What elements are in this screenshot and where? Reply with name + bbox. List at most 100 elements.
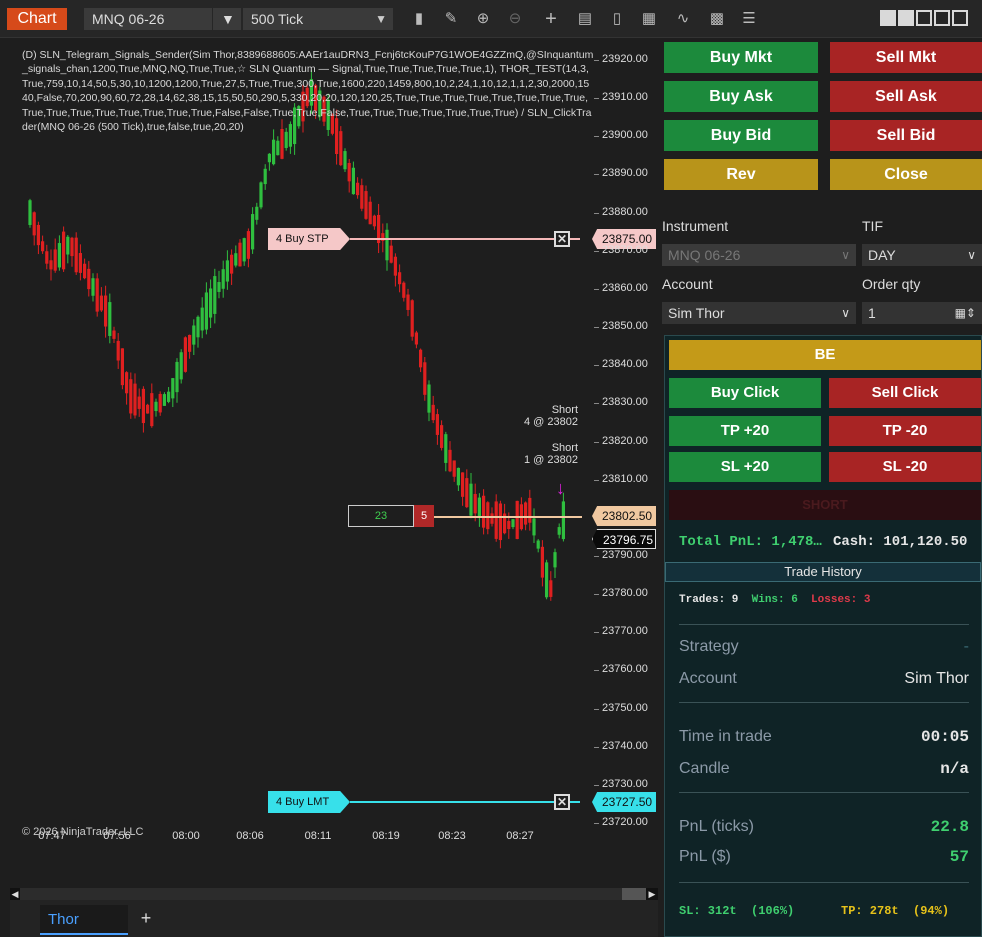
zoom-in-icon[interactable]: ⊕ xyxy=(472,8,494,30)
candle-label: Candle xyxy=(679,760,730,777)
tif-select[interactable]: DAY ∨ xyxy=(862,244,982,266)
breakeven-button[interactable]: BE xyxy=(669,340,981,370)
calculator-icon[interactable]: ▦⇕ xyxy=(955,302,976,324)
sell-bid-button[interactable]: Sell Bid xyxy=(830,120,982,151)
candle-body xyxy=(62,231,66,270)
losses-count: Losses: 3 xyxy=(811,594,871,606)
minimize-icon[interactable] xyxy=(916,10,932,26)
position-state-badge: SHORT xyxy=(669,490,981,520)
candle-body xyxy=(154,401,158,412)
order-qty-input[interactable]: 1 ▦⇕ xyxy=(862,302,982,324)
divider xyxy=(679,702,969,703)
candle-body xyxy=(141,388,145,424)
trades-count: Trades: 9 xyxy=(679,594,739,606)
divider xyxy=(679,792,969,793)
properties-icon[interactable]: ▩ xyxy=(706,8,728,30)
buy-ask-button[interactable]: Buy Ask xyxy=(664,81,818,112)
buy-limit-order-line[interactable] xyxy=(350,801,580,803)
instrument-field: MNQ 06-26 ∨ xyxy=(662,244,856,266)
buy-market-button[interactable]: Buy Mkt xyxy=(664,42,818,73)
data-box-icon[interactable]: ▤ xyxy=(574,8,596,30)
draw-tool-icon[interactable]: ✎ xyxy=(440,8,462,30)
total-pnl-text: Total PnL: 1,478… xyxy=(679,534,822,550)
price-tick xyxy=(594,327,599,329)
candle-body xyxy=(456,467,460,486)
object-list-icon[interactable]: ☰ xyxy=(738,8,760,30)
candle-body xyxy=(204,292,208,330)
cancel-order-icon[interactable]: ✕ xyxy=(554,794,570,810)
candle-body xyxy=(66,236,70,255)
candle-body xyxy=(188,334,192,352)
interval-selector[interactable]: 500 Tick ▼ xyxy=(243,8,393,30)
candle-body xyxy=(347,162,351,182)
zoom-out-icon[interactable]: ⊖ xyxy=(504,8,526,30)
candle-body xyxy=(99,295,103,311)
chart-scrollbar[interactable]: ◀ ▶ xyxy=(10,888,658,900)
sell-market-button[interactable]: Sell Mkt xyxy=(830,42,982,73)
strategies-icon[interactable]: ▦ xyxy=(638,8,660,30)
candle-body xyxy=(120,348,124,386)
buy-stop-order-line[interactable] xyxy=(350,238,580,240)
candle-body xyxy=(91,278,95,296)
candle-body xyxy=(339,131,343,166)
candle-body xyxy=(440,425,444,448)
price-label: 23790.00 xyxy=(602,548,648,561)
time-axis[interactable]: 07:47 07:56 08:00 08:06 08:11 08:19 08:23 08:27 xyxy=(10,820,582,860)
scroll-thumb[interactable] xyxy=(622,888,646,900)
tab-thor[interactable]: Thor xyxy=(40,905,128,935)
add-tab-button[interactable]: + xyxy=(136,905,156,931)
crosshair-icon[interactable]: + xyxy=(540,8,562,30)
instrument-dropdown-button[interactable]: ▼ xyxy=(213,8,241,30)
sell-click-button[interactable]: Sell Click xyxy=(829,378,981,408)
price-label: 23780.00 xyxy=(602,587,648,600)
buy-click-button[interactable]: Buy Click xyxy=(669,378,821,408)
sell-ask-button[interactable]: Sell Ask xyxy=(830,81,982,112)
candle-body xyxy=(129,379,133,414)
buy-limit-order-tag[interactable]: 4 Buy LMT xyxy=(268,791,350,813)
chart-trader-icon[interactable]: ▯ xyxy=(606,8,628,30)
price-tick xyxy=(594,403,599,405)
cancel-order-icon[interactable]: ✕ xyxy=(554,231,570,247)
price-axis[interactable]: 23920.00 23910.00 23900.00 23890.00 23880.00… xyxy=(594,40,658,888)
candle-body xyxy=(498,503,502,541)
take-profit-increase-button[interactable]: TP +20 xyxy=(669,416,821,446)
account-select[interactable]: Sim Thor ∨ xyxy=(662,302,856,324)
stop-loss-decrease-button[interactable]: SL -20 xyxy=(829,452,981,482)
candle-body xyxy=(398,272,402,285)
execution-fill: 4 @ 23802 xyxy=(524,416,578,428)
position-qty-short[interactable]: 5 xyxy=(414,505,434,527)
maximize-icon[interactable] xyxy=(934,10,950,26)
close-window-icon[interactable] xyxy=(952,10,968,26)
candle-body xyxy=(393,256,397,276)
trade-history-header[interactable]: Trade History xyxy=(665,562,981,582)
workspace-icon[interactable] xyxy=(880,10,896,26)
buy-bid-button[interactable]: Buy Bid xyxy=(664,120,818,151)
price-tick xyxy=(594,60,599,61)
reverse-button[interactable]: Rev xyxy=(664,159,818,190)
price-tick xyxy=(594,212,599,214)
price-label: 23890.00 xyxy=(602,167,648,180)
candle-body xyxy=(360,185,364,209)
bar-type-icon[interactable]: ▮ xyxy=(408,8,430,30)
indicators-icon[interactable]: ∿ xyxy=(672,8,694,30)
candle-body xyxy=(104,295,108,327)
instrument-selector[interactable]: MNQ 06-26 xyxy=(84,8,212,30)
chart-window-tab[interactable]: Chart xyxy=(7,8,67,30)
candle-body xyxy=(351,167,355,195)
link-icon[interactable] xyxy=(898,10,914,26)
scroll-right-icon[interactable]: ▶ xyxy=(646,888,658,900)
candle-body xyxy=(536,540,540,549)
wins-count: Wins: 6 xyxy=(751,594,798,606)
chart-panel[interactable]: (D) SLN_Telegram_Signals_Sender(Sim Thor… xyxy=(10,40,658,888)
buy-stop-order-tag[interactable]: 4 Buy STP xyxy=(268,228,350,250)
position-qty-long[interactable]: 23 xyxy=(348,505,414,527)
candle-body xyxy=(431,404,435,421)
candle-body xyxy=(263,168,267,185)
stop-loss-increase-button[interactable]: SL +20 xyxy=(669,452,821,482)
scroll-left-icon[interactable]: ◀ xyxy=(10,888,20,900)
close-position-button[interactable]: Close xyxy=(830,159,982,190)
take-profit-decrease-button[interactable]: TP -20 xyxy=(829,416,981,446)
price-tick xyxy=(594,594,599,596)
time-label: 08:06 xyxy=(236,830,264,842)
chart-trader-panel: Buy Mkt Sell Mkt Buy Ask Sell Ask Buy Bi… xyxy=(658,38,982,937)
